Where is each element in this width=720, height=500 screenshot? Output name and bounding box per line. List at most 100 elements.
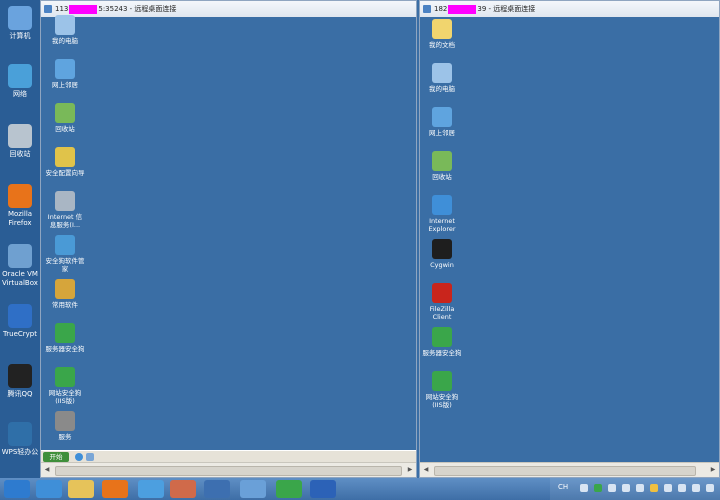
desktop-icon[interactable]: 回收站 [45, 103, 85, 133]
icon-label: FileZilla Client [429, 305, 455, 321]
desktop-icon[interactable]: 安全配置向导 [45, 147, 85, 177]
cygwin-icon [432, 239, 452, 259]
safedog-tray-icon[interactable] [594, 484, 602, 492]
safedog-icon[interactable] [276, 480, 302, 498]
scroll-thumb[interactable] [434, 466, 696, 476]
qq-icon [8, 364, 32, 388]
remote-window-right[interactable]: 182 39 - 远程桌面连接 我的文档我的电脑网上邻居回收站 Internet E… [419, 0, 720, 478]
scroll-left-icon[interactable]: ◀ [43, 466, 51, 474]
tray-icon[interactable] [678, 484, 686, 492]
host-desktop-icon[interactable]: 回收站 [0, 124, 40, 159]
window-title[interactable]: 113 5:35243 - 远程桌面连接 [41, 1, 416, 18]
icon-label: TrueCrypt [3, 330, 37, 338]
my-documents-icon [432, 19, 452, 39]
firefox-icon[interactable] [102, 480, 128, 498]
computer-icon [8, 6, 32, 30]
network-places-icon [55, 59, 75, 79]
wps-writer-icon[interactable] [310, 480, 336, 498]
icon-label: Internet 信息服务(I... [47, 213, 83, 229]
desktop-icon[interactable]: 网站安全狗(IIS版) [422, 371, 462, 409]
icon-label: WPS轻办公 [1, 448, 39, 456]
desktop-icon[interactable]: 我的电脑 [45, 15, 85, 45]
services-icon [55, 411, 75, 431]
scroll-left-icon[interactable]: ◀ [422, 466, 430, 474]
host-desktop-icon[interactable]: 计算机 [0, 6, 40, 41]
scroll-right-icon[interactable]: ▶ [709, 466, 717, 474]
desktop-icon[interactable]: 网站安全狗(IIS版) [45, 367, 85, 405]
icon-label: 网络 [13, 90, 27, 98]
truecrypt-icon [8, 304, 32, 328]
desktop-icon[interactable]: 服务 [45, 411, 85, 441]
start-orb-icon[interactable] [4, 480, 30, 498]
cloud-drive-icon[interactable] [138, 480, 164, 498]
desktop-icon[interactable]: 安全狗软件管家 [45, 235, 85, 273]
iis-manager-icon [55, 191, 75, 211]
tool-icon[interactable] [240, 480, 266, 498]
remote-desktop: 我的电脑网上邻居回收站安全配置向导 Internet 信息服务(I... 安全狗软件… [41, 15, 416, 453]
redaction-mark [69, 4, 98, 14]
icon-label: 安全配置向导 [45, 169, 85, 177]
icon-label: 网上邻居 [52, 81, 78, 89]
tray-icon[interactable] [650, 484, 658, 492]
host-desktop-icon[interactable]: WPS轻办公 [0, 422, 40, 457]
tray-icon[interactable] [580, 484, 588, 492]
icon-label: 安全狗软件管家 [45, 257, 85, 273]
icon-label: 网站安全狗(IIS版) [425, 393, 459, 409]
desktop-icon[interactable]: Cygwin [422, 239, 462, 269]
host-desktop-icon[interactable]: Mozilla Firefox [0, 184, 40, 228]
host-desktop-icon[interactable]: 网络 [0, 64, 40, 99]
host-desktop-icon[interactable]: 腾讯QQ [0, 364, 40, 399]
filezilla-icon [432, 283, 452, 303]
icon-label: 网站安全狗(IIS版) [48, 389, 82, 405]
network-icon [8, 64, 32, 88]
icon-label: 回收站 [432, 173, 452, 181]
desktop-icon[interactable]: 常用软件 [45, 279, 85, 309]
ie-icon [432, 195, 452, 215]
scroll-thumb[interactable] [55, 466, 402, 476]
tray-icon[interactable] [636, 484, 644, 492]
remote-desktop: 我的文档我的电脑网上邻居回收站 Internet Explorer Cygwin Fi… [420, 17, 719, 463]
ie-icon[interactable] [75, 453, 83, 461]
remote-desktop-icon[interactable] [204, 480, 230, 498]
window-title[interactable]: 182 39 - 远程桌面连接 [420, 1, 719, 18]
contacts-icon[interactable] [170, 480, 196, 498]
explorer-icon[interactable] [68, 480, 94, 498]
icon-label: Oracle VM VirtualBox [2, 270, 38, 287]
desktop-icon[interactable]: 我的文档 [422, 19, 462, 49]
icon-label: 常用软件 [52, 301, 78, 309]
tray-icon[interactable] [664, 484, 672, 492]
icon-label: 服务 [58, 433, 72, 441]
remote-window-left[interactable]: 113 5:35243 - 远程桌面连接 我的电脑网上邻居回收站安全配置向导 Int… [40, 0, 417, 478]
show-desktop-icon[interactable] [86, 453, 94, 461]
volume-tray-icon[interactable] [706, 484, 714, 492]
tray-icon[interactable] [622, 484, 630, 492]
desktop-icon[interactable]: 我的电脑 [422, 63, 462, 93]
desktop-icon[interactable]: 服务器安全狗 [45, 323, 85, 353]
my-computer-icon [432, 63, 452, 83]
icon-label: 腾讯QQ [7, 390, 33, 398]
desktop-icon[interactable]: 服务器安全狗 [422, 327, 462, 357]
website-safedog-icon [432, 371, 452, 391]
desktop-icon[interactable]: 回收站 [422, 151, 462, 181]
desktop-icon[interactable]: Internet 信息服务(I... [45, 191, 85, 229]
input-language-indicator[interactable]: CH [558, 483, 568, 491]
recycle-bin-icon [432, 151, 452, 171]
horizontal-scrollbar[interactable]: ◀ ▶ [420, 462, 719, 477]
tray-icon[interactable] [608, 484, 616, 492]
horizontal-scrollbar[interactable]: ◀ ▶ [41, 462, 416, 477]
network-places-icon [432, 107, 452, 127]
host-desktop-icon[interactable]: Oracle VM VirtualBox [0, 244, 40, 288]
desktop-icon[interactable]: 网上邻居 [422, 107, 462, 137]
desktop-icon[interactable]: 网上邻居 [45, 59, 85, 89]
ie-icon[interactable] [36, 480, 62, 498]
icon-label: 我的文档 [429, 41, 455, 49]
scroll-right-icon[interactable]: ▶ [406, 466, 414, 474]
start-button[interactable]: 开始 [43, 452, 69, 462]
host-desktop-icon[interactable]: TrueCrypt [0, 304, 40, 339]
desktop-icon[interactable]: FileZilla Client [422, 283, 462, 321]
network-tray-icon[interactable] [692, 484, 700, 492]
host-taskbar: CH [0, 478, 720, 500]
icon-label: 回收站 [55, 125, 75, 133]
recycle-bin-icon [55, 103, 75, 123]
desktop-icon[interactable]: Internet Explorer [422, 195, 462, 233]
